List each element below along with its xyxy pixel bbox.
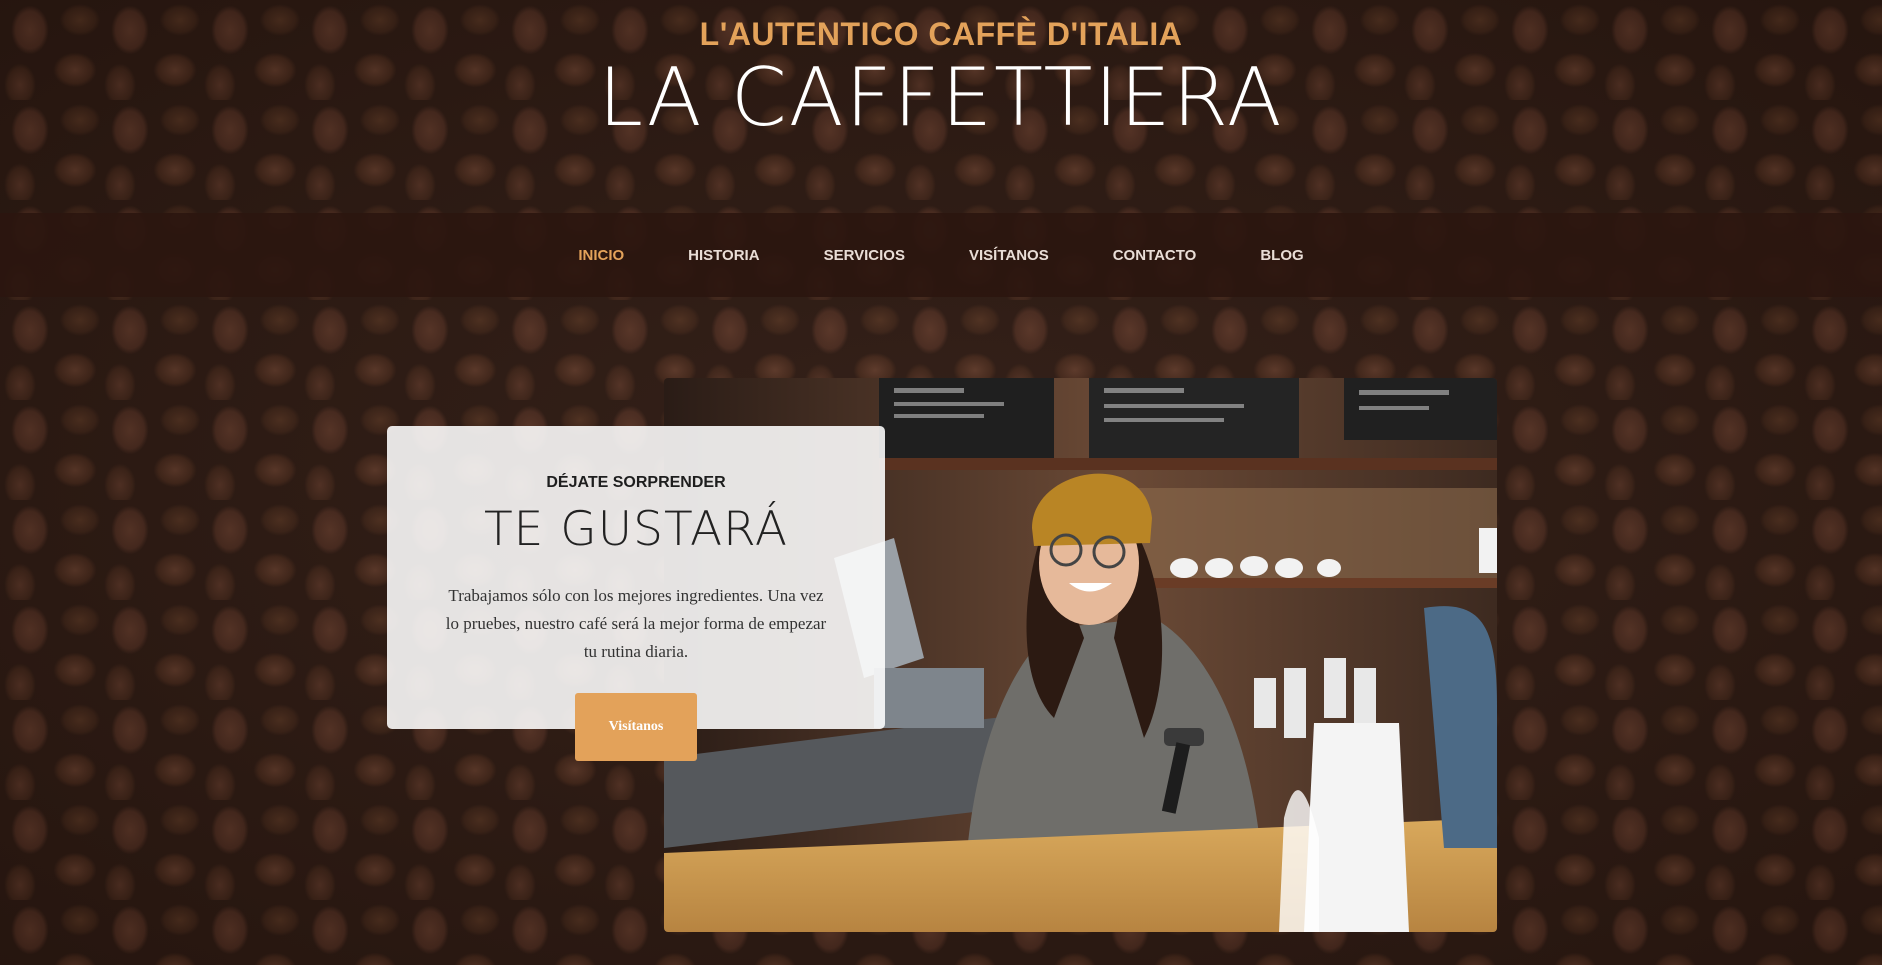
site-subtitle: L'AUTENTICO CAFFÈ D'ITALIA — [699, 16, 1183, 52]
nav-item-historia[interactable]: HISTORIA — [688, 247, 759, 264]
intro-kicker: DÉJATE SORPRENDER — [546, 474, 726, 491]
nav-item-visitanos[interactable]: VISÍTANOS — [969, 247, 1049, 264]
intro-card: DÉJATE SORPRENDER TE GUSTARÁ Trabajamos … — [387, 426, 885, 729]
visitanos-button[interactable]: Visítanos — [575, 693, 697, 761]
site-title: LA CAFFETTIERA — [598, 51, 1284, 144]
nav-item-servicios[interactable]: SERVICIOS — [824, 247, 905, 264]
intro-title: TE GUSTARÁ — [483, 502, 789, 557]
nav-item-contacto[interactable]: CONTACTO — [1113, 247, 1197, 264]
nav-item-blog[interactable]: BLOG — [1260, 247, 1303, 264]
intro-text: Trabajamos sólo con los mejores ingredie… — [445, 586, 827, 661]
site-heading: L'AUTENTICO CAFFÈ D'ITALIA LA CAFFETTIER… — [0, 14, 1882, 144]
nav-item-inicio[interactable]: INICIO — [578, 247, 624, 264]
main-navbar: INICIO HISTORIA SERVICIOS VISÍTANOS CONT… — [0, 213, 1882, 297]
nav-list: INICIO HISTORIA SERVICIOS VISÍTANOS CONT… — [0, 213, 1882, 297]
